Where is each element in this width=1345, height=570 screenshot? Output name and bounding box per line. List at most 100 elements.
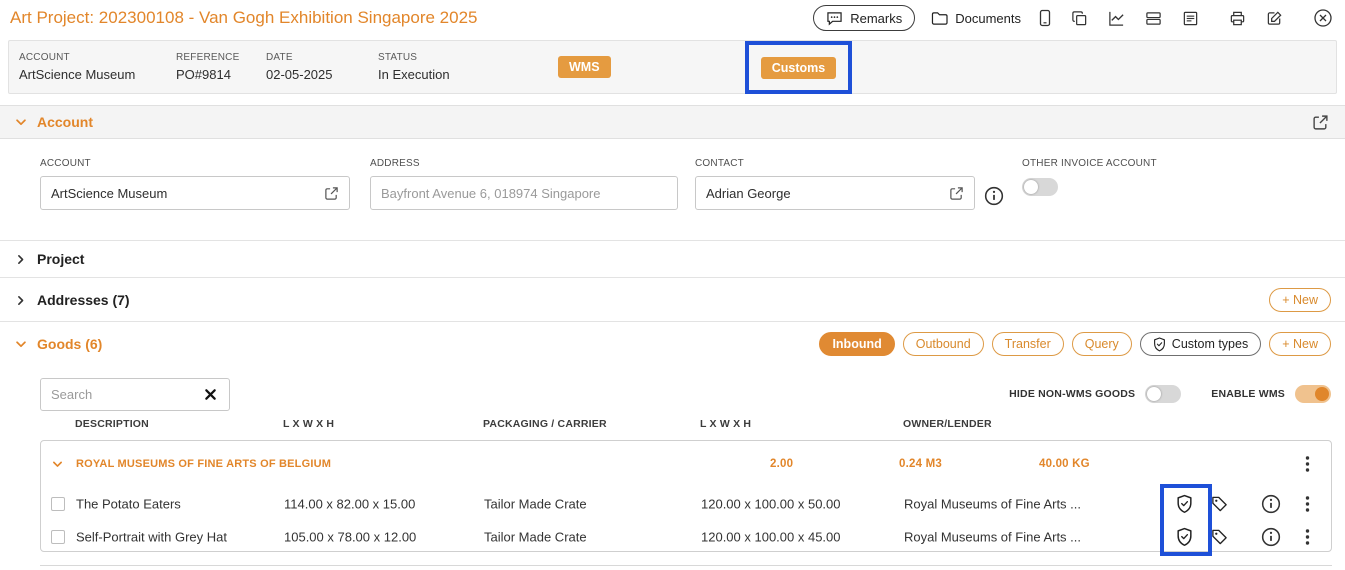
col-owner: OWNER/LENDER — [903, 418, 992, 430]
group-quantity: 2.00 — [770, 458, 794, 470]
top-actions: Remarks Documents — [813, 5, 1335, 31]
enable-wms-toggle[interactable] — [1295, 385, 1331, 403]
row-lwh: 105.00 x 78.00 x 12.00 — [284, 529, 417, 544]
goods-section-header[interactable]: Goods (6) Inbound Outbound Transfer Quer… — [0, 322, 1345, 366]
addresses-section-header[interactable]: Addresses (7) + New — [0, 279, 1345, 322]
table-row: Self-Portrait with Grey Hat 105.00 x 78.… — [41, 520, 1331, 553]
edit-icon[interactable] — [1264, 8, 1285, 29]
shield-icon[interactable] — [1176, 527, 1193, 546]
row-owner: Royal Museums of Fine Arts ... — [904, 496, 1082, 511]
addresses-new-button[interactable]: + New — [1269, 288, 1331, 312]
chart-icon[interactable] — [1106, 8, 1127, 29]
next-section-divider — [40, 565, 1332, 566]
addresses-section-title: Addresses (7) — [37, 292, 130, 308]
remarks-button[interactable]: Remarks — [813, 5, 916, 31]
info-icon[interactable] — [1261, 494, 1281, 514]
address-input[interactable]: Bayfront Avenue 6, 018974 Singapore — [370, 176, 678, 210]
contact-input[interactable]: Adrian George — [695, 176, 975, 210]
account-input[interactable]: ArtScience Museum — [40, 176, 350, 210]
chevron-down-icon[interactable] — [14, 337, 28, 351]
col-lwh: L X W X H — [283, 418, 335, 430]
goods-search-box[interactable] — [40, 378, 230, 411]
mobile-icon[interactable] — [1037, 7, 1053, 29]
shield-icon[interactable] — [1176, 494, 1193, 513]
row-lwh: 114.00 x 82.00 x 15.00 — [284, 496, 416, 511]
transfer-filter-button[interactable]: Transfer — [991, 332, 1064, 356]
row-menu-icon[interactable] — [1305, 495, 1310, 513]
hide-non-wms-toggle[interactable] — [1145, 385, 1182, 403]
tag-icon[interactable] — [1211, 495, 1228, 512]
info-icon[interactable] — [1261, 527, 1281, 547]
outbound-filter-button[interactable]: Outbound — [902, 332, 984, 356]
summary-status-value: In Execution — [378, 67, 450, 82]
account-field-label: ACCOUNT — [40, 158, 91, 169]
address-field-label: ADDRESS — [370, 158, 420, 169]
clear-search-icon[interactable] — [202, 386, 219, 403]
remarks-bubble-icon — [826, 11, 843, 26]
goods-table-headers: DESCRIPTION L X W X H PACKAGING / CARRIE… — [40, 418, 1332, 434]
remarks-label: Remarks — [850, 10, 903, 26]
list-icon[interactable] — [1180, 8, 1201, 29]
summary-bar: ACCOUNT ArtScience Museum REFERENCE PO#9… — [8, 40, 1337, 94]
goods-table: ROYAL MUSEUMS OF FINE ARTS OF BELGIUM 2.… — [40, 440, 1332, 552]
documents-button[interactable]: Documents — [931, 5, 1021, 31]
row-packaging: Tailor Made Crate — [484, 529, 587, 544]
goods-group-row: ROYAL MUSEUMS OF FINE ARTS OF BELGIUM 2.… — [41, 441, 1331, 487]
summary-account: ACCOUNT ArtScience Museum — [9, 52, 166, 82]
summary-status: STATUS In Execution — [368, 52, 540, 82]
group-menu-icon[interactable] — [1305, 455, 1310, 473]
chevron-right-icon[interactable] — [14, 253, 27, 266]
goods-new-button[interactable]: + New — [1269, 332, 1331, 356]
open-external-icon[interactable] — [1310, 112, 1331, 133]
contact-field-label: CONTACT — [695, 158, 744, 169]
summary-reference-value: PO#9814 — [176, 67, 231, 82]
contact-open-external-icon[interactable] — [949, 186, 964, 201]
tag-icon[interactable] — [1211, 528, 1228, 545]
copy-icon[interactable] — [1069, 8, 1090, 29]
documents-label: Documents — [955, 10, 1021, 26]
row-description: The Potato Eaters — [76, 496, 181, 511]
summary-date: DATE 02-05-2025 — [256, 52, 368, 82]
account-open-external-icon[interactable] — [324, 186, 339, 201]
inbound-filter-button[interactable]: Inbound — [819, 332, 895, 356]
chevron-down-icon[interactable] — [51, 458, 64, 471]
other-invoice-toggle[interactable] — [1022, 178, 1058, 196]
query-filter-button[interactable]: Query — [1071, 332, 1132, 356]
wms-toggle-group: HIDE NON-WMS GOODS ENABLE WMS — [1009, 385, 1331, 403]
summary-date-value: 02-05-2025 — [266, 67, 333, 82]
table-row: The Potato Eaters 114.00 x 82.00 x 15.00… — [41, 487, 1331, 520]
chevron-right-icon[interactable] — [14, 294, 27, 307]
row-packaging: Tailor Made Crate — [484, 496, 587, 511]
other-invoice-label: OTHER INVOICE ACCOUNT — [1022, 158, 1157, 169]
row-packaging-lwh: 120.00 x 100.00 x 45.00 — [701, 529, 841, 544]
row-owner: Royal Museums of Fine Arts ... — [904, 529, 1082, 544]
customs-badge[interactable]: Customs — [760, 56, 837, 79]
project-section-header[interactable]: Project — [0, 240, 1345, 278]
address-input-value: Bayfront Avenue 6, 018974 Singapore — [381, 185, 601, 201]
address-field: ADDRESS Bayfront Avenue 6, 018974 Singap… — [370, 158, 678, 210]
project-section-title: Project — [37, 251, 85, 267]
goods-filter-chips: Inbound Outbound Transfer Query Custom t… — [819, 332, 1331, 356]
other-invoice-field: OTHER INVOICE ACCOUNT — [1022, 158, 1157, 201]
row-checkbox[interactable] — [51, 529, 65, 544]
stack-icon[interactable] — [1143, 8, 1164, 29]
account-section-header[interactable]: Account — [0, 105, 1345, 139]
print-icon[interactable] — [1227, 8, 1248, 29]
search-input[interactable] — [51, 387, 202, 402]
summary-status-label: STATUS — [378, 52, 418, 63]
goods-toolbar: HIDE NON-WMS GOODS ENABLE WMS — [0, 375, 1345, 415]
col-packaging: PACKAGING / CARRIER — [483, 418, 607, 430]
custom-types-button[interactable]: Custom types — [1139, 332, 1262, 356]
enable-wms-label: ENABLE WMS — [1211, 388, 1285, 400]
contact-info-icon[interactable] — [984, 186, 1004, 206]
account-fields: ACCOUNT ArtScience Museum ADDRESS Bayfro… — [0, 140, 1345, 240]
summary-date-label: DATE — [266, 52, 293, 63]
close-icon[interactable] — [1311, 6, 1335, 30]
shield-icon — [1153, 336, 1166, 352]
chevron-down-icon[interactable] — [14, 115, 28, 129]
row-menu-icon[interactable] — [1305, 528, 1310, 546]
app-window: Art Project: 202300108 - Van Gogh Exhibi… — [0, 0, 1345, 570]
wms-badge[interactable]: WMS — [558, 56, 611, 78]
account-field: ACCOUNT ArtScience Museum — [40, 158, 350, 210]
row-checkbox[interactable] — [51, 496, 65, 511]
